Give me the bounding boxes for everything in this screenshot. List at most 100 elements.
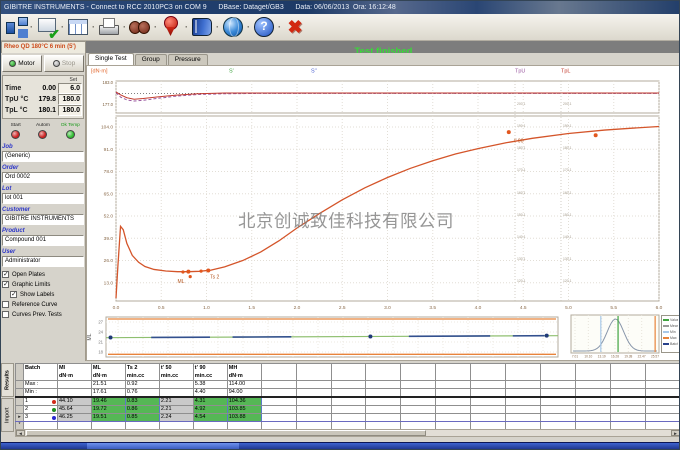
empty-cell	[296, 389, 331, 398]
test-config-tab[interactable]: Rheo QD 180°C 6 min (5')	[1, 41, 86, 53]
row-pointer	[16, 381, 24, 389]
column-header[interactable]: MLdN·m	[91, 364, 125, 381]
result-cell[interactable]: 103.88	[227, 414, 261, 422]
empty-cell	[576, 389, 611, 398]
reading-label: TpU °C	[5, 95, 31, 104]
result-cell[interactable]: 44.10	[57, 397, 91, 406]
limit-value: 0.92	[125, 381, 159, 389]
batch-cell[interactable]: 1	[23, 397, 57, 406]
stop-button[interactable]: Stop	[44, 55, 84, 72]
result-cell[interactable]: 4.54	[193, 414, 227, 422]
taskbar-segment[interactable]	[87, 443, 239, 450]
column-header-empty	[645, 364, 680, 381]
empty-cell	[436, 397, 471, 406]
checkbox-row: ✓Open Plates	[2, 271, 84, 278]
checkbox[interactable]: ✓	[2, 281, 9, 288]
checkbox[interactable]	[2, 301, 9, 308]
result-cell[interactable]: 19.51	[91, 414, 125, 422]
column-header[interactable]: MHdN·m	[227, 364, 261, 381]
result-cell[interactable]: 0.83	[125, 397, 159, 406]
tab-single-test[interactable]: Single Test	[88, 53, 134, 65]
batch-cell[interactable]: 2	[23, 406, 57, 414]
indicator-leds: StartAutomOk Temp	[2, 123, 84, 139]
checkbox[interactable]: ✓	[10, 291, 17, 298]
reading-setpoint[interactable]: 180.0	[58, 94, 82, 105]
column-header[interactable]: Batch	[23, 364, 57, 381]
scroll-left-icon[interactable]: ◄	[16, 430, 25, 436]
result-cell[interactable]: 103.85	[227, 406, 261, 414]
column-header[interactable]: t' 90min.cc	[193, 364, 227, 381]
result-cell[interactable]: 19.46	[91, 397, 125, 406]
column-header[interactable]: t' 50min.cc	[159, 364, 193, 381]
side-tab-results[interactable]: Results	[1, 363, 14, 397]
certificate-icon[interactable]	[160, 16, 182, 38]
result-cell[interactable]: 2.24	[159, 414, 193, 422]
legend-label: Value	[670, 318, 678, 322]
reading-value: 179.8	[31, 95, 58, 104]
batch-color-dot-icon	[52, 416, 56, 420]
scrollbar-thumb[interactable]	[26, 430, 426, 436]
indicator: Autom	[29, 123, 56, 139]
table-icon[interactable]	[67, 16, 89, 38]
legend-swatch-icon	[663, 337, 669, 339]
batch-cell[interactable]: 3	[23, 414, 57, 422]
checkbox-row: ✓Show Labels	[10, 291, 84, 298]
indicator-label: Autom	[29, 123, 56, 129]
empty-cell	[471, 389, 506, 398]
limit-value: 21.51	[91, 381, 125, 389]
limit-value	[57, 389, 91, 398]
result-cell[interactable]: 45.64	[57, 406, 91, 414]
empty-cell	[296, 406, 331, 414]
reading-setpoint[interactable]: 6.0	[58, 83, 82, 94]
test-icon[interactable]	[36, 16, 58, 38]
result-cell[interactable]: 0.86	[125, 406, 159, 414]
checkbox[interactable]	[2, 311, 9, 318]
result-cell[interactable]: 4.92	[193, 406, 227, 414]
result-cell[interactable]: 104.36	[227, 397, 261, 406]
field-input-customer[interactable]: GIBITRE INSTRUMENTS	[2, 214, 84, 225]
print-icon[interactable]	[98, 16, 120, 38]
field-input-lot[interactable]: lot 001	[2, 193, 84, 204]
field-input-product[interactable]: Compound 001	[2, 235, 84, 246]
tab-pressure[interactable]: Pressure	[168, 54, 208, 65]
globe-icon[interactable]	[222, 16, 244, 38]
indicator-led-icon	[66, 130, 75, 139]
field-input-job[interactable]: (Generic)	[2, 151, 84, 162]
motor-button[interactable]: Motor	[2, 55, 42, 72]
field-input-user[interactable]: Administrator	[2, 256, 84, 267]
column-header[interactable]: MIdN·m	[57, 364, 91, 381]
reading-row: TpL °C180.1180.0	[5, 105, 81, 116]
result-cell[interactable]: 46.25	[57, 414, 91, 422]
result-cell[interactable]: 19.72	[91, 406, 125, 414]
result-cell[interactable]: 4.31	[193, 397, 227, 406]
limit-value: 4.40	[193, 389, 227, 398]
result-cell[interactable]: 2.21	[159, 406, 193, 414]
motor-led-icon	[9, 60, 16, 67]
tab-group[interactable]: Group	[135, 54, 167, 65]
help-icon[interactable]	[253, 16, 275, 38]
empty-cell	[645, 381, 680, 389]
result-cell[interactable]: 0.85	[125, 414, 159, 422]
horizontal-scrollbar[interactable]: ◄ ►	[15, 429, 680, 437]
reading-setpoint[interactable]: 180.0	[58, 105, 82, 116]
checkbox[interactable]: ✓	[2, 271, 9, 278]
search-icon[interactable]	[129, 16, 151, 38]
scroll-right-icon[interactable]: ►	[671, 430, 680, 436]
flowchart-icon[interactable]	[5, 16, 27, 38]
column-header-empty	[261, 364, 296, 381]
taskbar[interactable]	[1, 442, 680, 450]
empty-cell	[610, 389, 645, 398]
column-header-empty	[436, 364, 471, 381]
column-header-empty	[576, 364, 611, 381]
book-icon[interactable]	[191, 16, 213, 38]
column-header[interactable]: Ts 2min.cc	[125, 364, 159, 381]
field-input-order[interactable]: Ord 0002	[2, 172, 84, 183]
toolbar: ·········	[1, 14, 680, 41]
side-tab-import[interactable]: Import	[1, 398, 14, 432]
exit-icon[interactable]	[284, 16, 306, 38]
empty-cell	[436, 389, 471, 398]
indicator: Ok Temp	[57, 123, 84, 139]
empty-cell	[506, 414, 541, 422]
toolbar-separator: ·	[216, 22, 219, 32]
result-cell[interactable]: 2.21	[159, 397, 193, 406]
